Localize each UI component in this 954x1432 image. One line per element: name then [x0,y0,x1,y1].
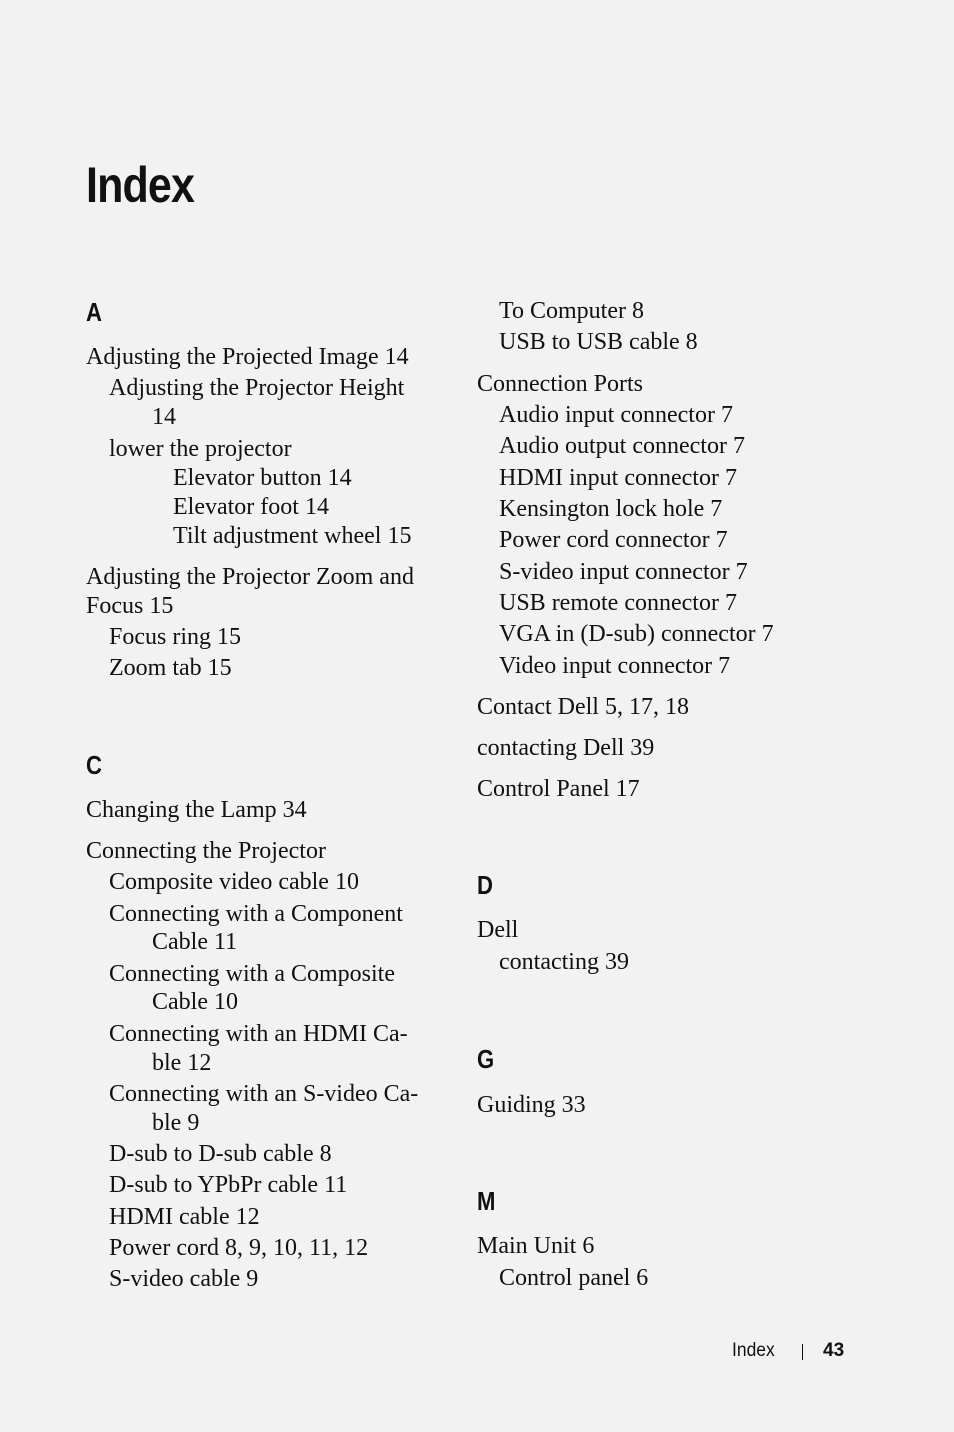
page-number: 43 [823,1340,845,1361]
index-subentry: Kensington lock hole 7 [499,496,723,522]
section-letter-m: M [477,1186,496,1216]
index-continuation: 14 [152,404,176,430]
page-title: Index [86,157,195,213]
index-subentry: Adjusting the Projector Height [109,375,405,401]
section-letter-c: C [86,750,102,780]
index-subentry: lower the projector [109,436,292,462]
index-continuation: Focus 15 [86,593,174,619]
index-subentry: Connecting with a Composite [109,961,395,987]
index-subentry: Connecting with an HDMI Ca- [109,1021,408,1047]
index-subentry: Power cord 8, 9, 10, 11, 12 [109,1235,369,1261]
index-entry: Connection Ports [477,371,643,397]
index-subentry: D-sub to D-sub cable 8 [109,1141,332,1167]
index-entry: Contact Dell 5, 17, 18 [477,694,689,720]
index-subentry: HDMI input connector 7 [499,465,737,491]
index-subentry: Zoom tab 15 [109,655,232,681]
index-subentry: Focus ring 15 [109,624,241,650]
index-subentry: Power cord connector 7 [499,527,728,553]
index-entry: Main Unit 6 [477,1233,595,1259]
index-continuation: ble 9 [152,1110,200,1136]
index-subsubentry: Elevator foot 14 [173,494,329,520]
index-subentry: USB to USB cable 8 [499,329,698,355]
section-letter-d: D [477,870,493,900]
index-subentry: Connecting with an S-video Ca- [109,1081,419,1107]
index-entry: contacting Dell 39 [477,735,655,761]
index-subentry: Audio input connector 7 [499,402,733,428]
index-subentry: Control panel 6 [499,1265,649,1291]
index-subentry: Connecting with a Component [109,901,403,927]
index-subentry: Video input connector 7 [499,653,731,679]
index-entry: Changing the Lamp 34 [86,797,307,823]
index-subsubentry: Elevator button 14 [173,465,352,491]
index-subentry: S-video cable 9 [109,1266,259,1292]
index-subsubentry: Tilt adjustment wheel 15 [173,523,412,549]
section-letter-g: G [477,1044,495,1074]
index-subentry: HDMI cable 12 [109,1204,260,1230]
footer-divider [802,1344,803,1360]
section-letter-a: A [86,297,102,327]
index-subentry: D-sub to YPbPr cable 11 [109,1172,348,1198]
footer-section-label: Index [732,1340,775,1361]
index-subentry: VGA in (D-sub) connector 7 [499,621,774,647]
index-subentry: Composite video cable 10 [109,869,359,895]
index-subentry: contacting 39 [499,949,629,975]
index-subentry: To Computer 8 [499,298,644,324]
index-continuation: ble 12 [152,1050,212,1076]
index-continuation: Cable 11 [152,929,238,955]
index-subentry: Audio output connector 7 [499,433,745,459]
index-entry: Adjusting the Projected Image 14 [86,344,409,370]
index-entry: Connecting the Projector [86,838,326,864]
index-entry: Adjusting the Projector Zoom and [86,564,414,590]
index-entry: Dell [477,917,519,943]
index-entry: Guiding 33 [477,1092,586,1118]
index-subentry: USB remote connector 7 [499,590,737,616]
index-continuation: Cable 10 [152,989,238,1015]
index-entry: Control Panel 17 [477,776,640,802]
index-subentry: S-video input connector 7 [499,559,748,585]
